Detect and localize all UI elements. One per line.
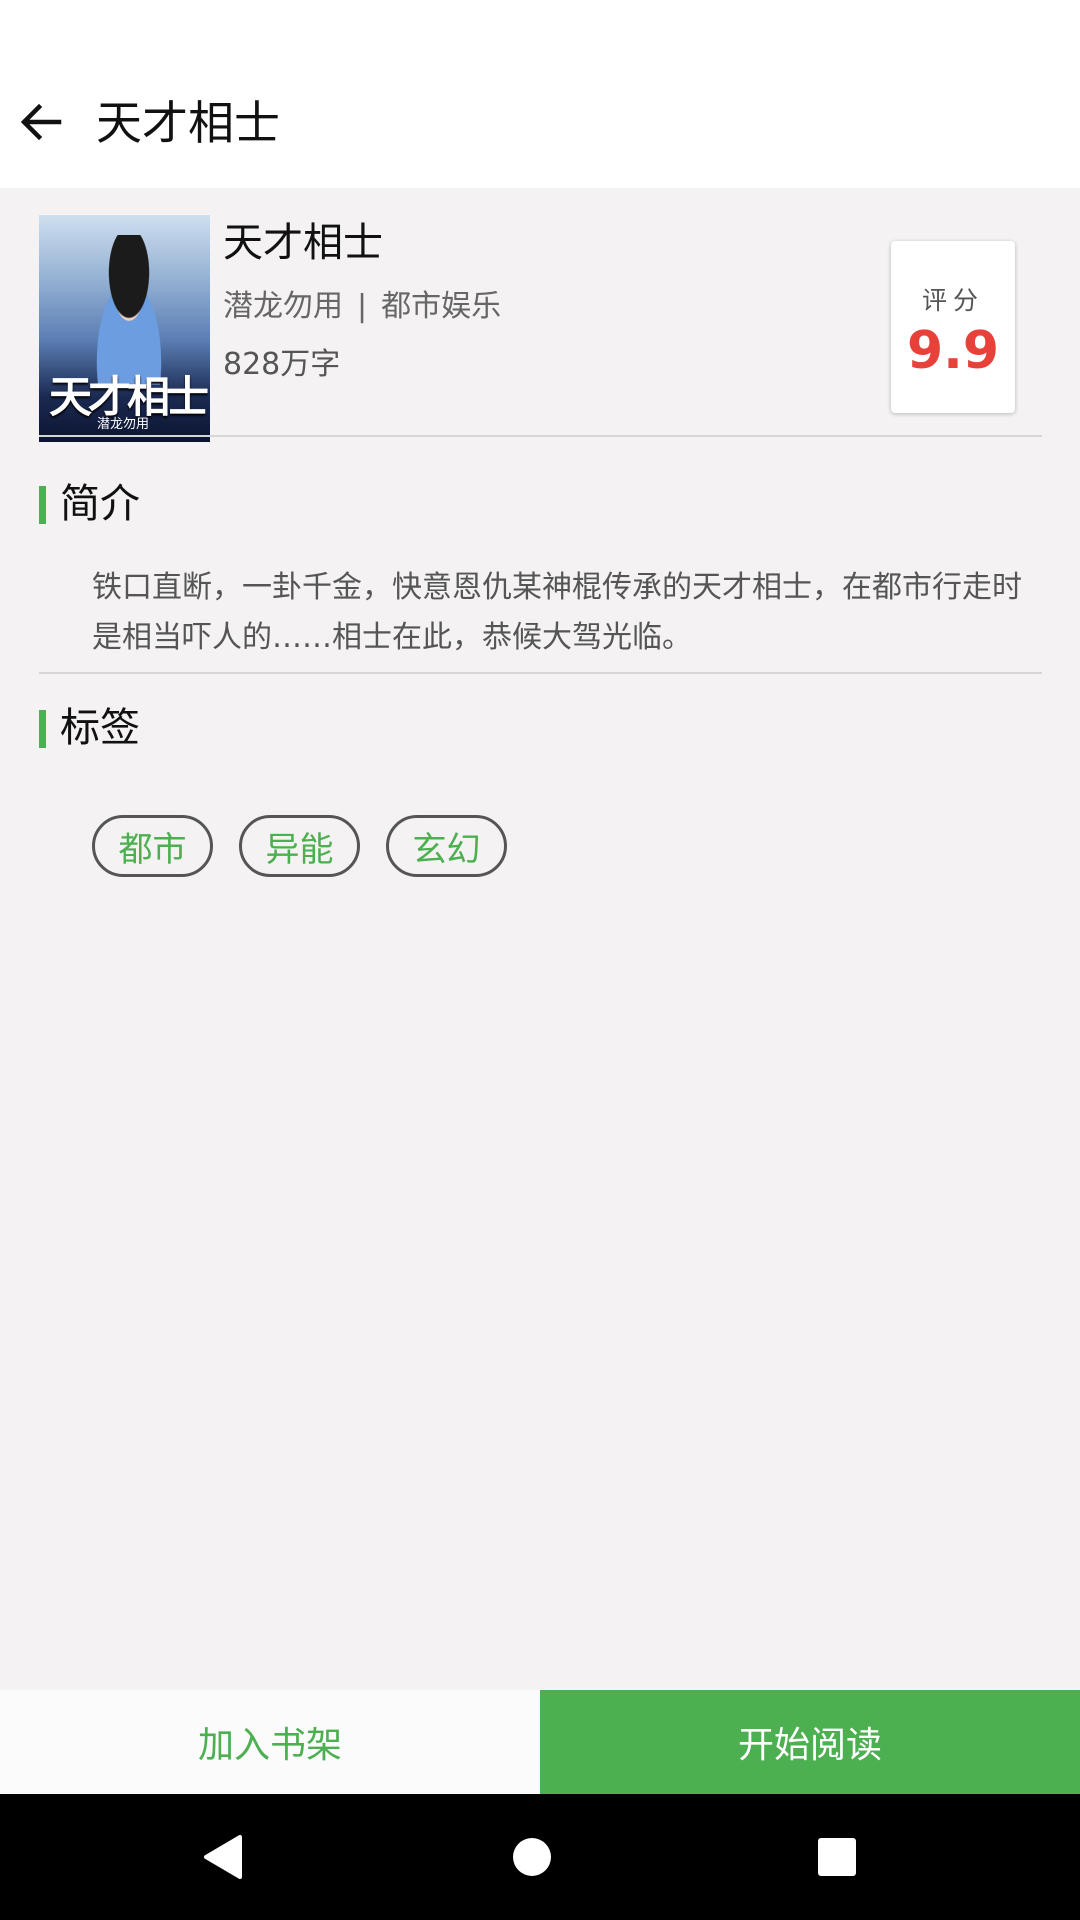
tags-heading: 标签 [60,705,140,751]
book-author[interactable]: 潜龙勿用 [223,289,343,324]
nav-home-circle-icon [513,1838,551,1876]
rating-card: 评分 9.9 [891,241,1015,413]
action-bar: 加入书架 开始阅读 [0,1690,1080,1794]
divider [39,672,1042,674]
nav-recents-button[interactable] [767,1794,907,1920]
book-cover[interactable]: 天才相士 潜龙勿用 [39,215,210,442]
arrow-left-icon [20,103,62,141]
cover-author-text: 潜龙勿用 [97,417,150,432]
section-accent-bar [39,486,46,524]
app-header: 天才相士 [0,0,1080,188]
book-title: 天才相士 [223,220,383,266]
start-reading-button[interactable]: 开始阅读 [540,1690,1080,1794]
system-nav-bar [0,1794,1080,1920]
section-accent-bar [39,710,46,748]
tag-chip[interactable]: 玄幻 [386,815,507,877]
book-meta: 潜龙勿用 | 都市娱乐 [223,287,501,327]
nav-home-button[interactable] [462,1794,602,1920]
tag-chip[interactable]: 都市 [92,815,213,877]
add-to-shelf-button[interactable]: 加入书架 [0,1690,540,1794]
nav-recents-square-icon [818,1838,856,1876]
book-word-count: 828万字 [223,347,341,382]
meta-separator: | [357,289,368,324]
book-category[interactable]: 都市娱乐 [381,289,501,324]
divider [39,435,1042,437]
nav-back-button[interactable] [152,1794,292,1920]
back-button[interactable] [14,95,68,149]
tag-chip[interactable]: 异能 [239,815,360,877]
nav-back-triangle-icon [204,1835,242,1879]
intro-text: 铁口直断，一卦千金，快意恩仇某神棍传承的天才相士，在都市行走时是相当吓人的……相… [92,570,1022,655]
tag-list: 都市 异能 玄幻 [92,815,507,877]
page-title: 天才相士 [96,96,280,150]
rating-label: 评分 [921,286,984,315]
book-detail-page: 天才相士 天才相士 潜龙勿用 天才相士 潜龙勿用 | 都市娱乐 828万字 评分 9… [0,0,1080,1920]
intro-heading: 简介 [60,481,140,527]
rating-value: 9.9 [906,321,1000,381]
